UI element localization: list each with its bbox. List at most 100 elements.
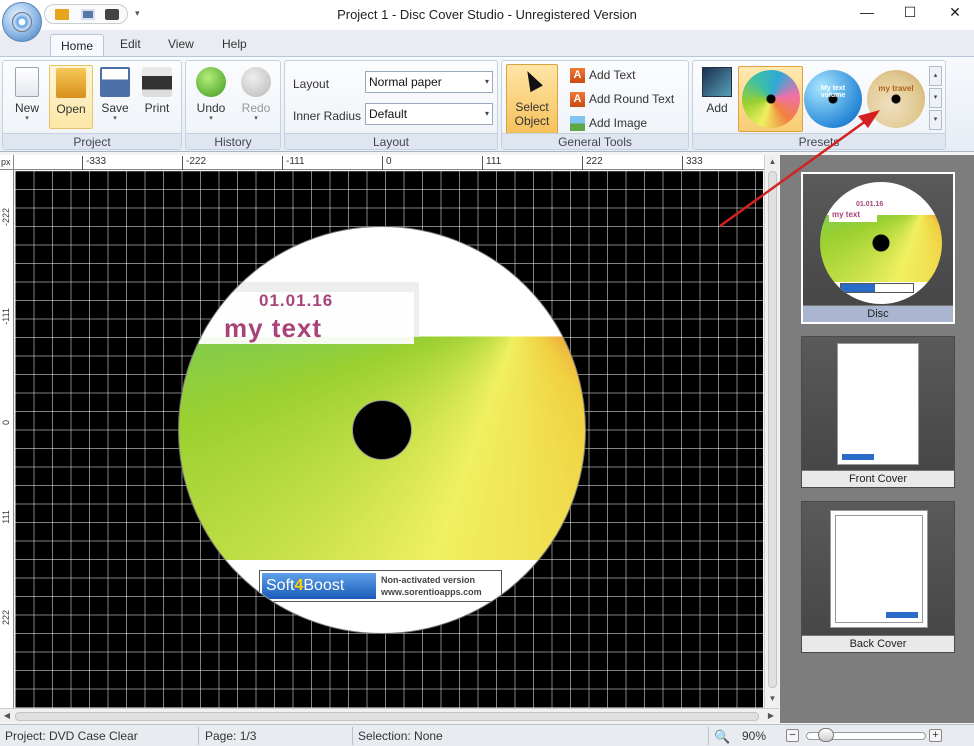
save-button[interactable]: Save ▾ <box>93 65 137 129</box>
add-preset-icon <box>702 67 732 97</box>
tab-home[interactable]: Home <box>50 34 105 58</box>
canvas-horizontal-scrollbar[interactable]: ◀ ▶ <box>0 708 779 723</box>
watermark-line-1: Non-activated version <box>381 575 476 585</box>
inner-radius-select-value: Default <box>369 107 408 121</box>
ruler-tick: -222 <box>1 208 11 227</box>
scroll-left-arrow-icon[interactable]: ◀ <box>0 709 14 723</box>
round-text-letter-icon: A <box>570 92 585 108</box>
picture-icon <box>570 116 585 132</box>
ruler-tick: -111 <box>282 156 305 170</box>
presets-scroll-up-button[interactable]: ▴ <box>929 66 942 86</box>
zoom-slider-handle[interactable] <box>818 728 834 742</box>
add-round-text-button[interactable]: A Add Round Text <box>570 92 674 112</box>
status-page: Page: 1/3 <box>205 729 257 743</box>
status-selection: Selection: None <box>358 729 443 743</box>
undo-button[interactable]: Undo ▾ <box>189 65 233 129</box>
group-label-project: Project <box>3 133 181 149</box>
ruler-tick: 333 <box>682 156 703 170</box>
disc-watermark-box: Soft4Boost Non-activated version www.sor… <box>259 570 502 602</box>
folder-open-icon <box>56 68 86 98</box>
thumb-title-text: my text <box>829 210 877 222</box>
application-menu-button[interactable] <box>2 2 42 42</box>
disc-label[interactable]: 01.01.16 my text Soft4Boost Non-activate… <box>178 226 586 634</box>
select-object-button[interactable]: Select Object <box>506 64 558 134</box>
add-text-button[interactable]: A Add Text <box>570 68 635 88</box>
page-thumb-back-cover[interactable]: Back Cover <box>801 501 955 653</box>
disc-thumbnail: 01.01.16 my text <box>820 182 942 304</box>
title-bar: ▾ Project 1 - Disc Cover Studio - Unregi… <box>0 0 974 30</box>
inner-radius-label: Inner Radius <box>293 109 362 123</box>
scroll-up-arrow-icon[interactable]: ▲ <box>765 155 780 169</box>
pages-panel: 01.01.16 my text Disc Front Cover Back C… <box>780 155 974 723</box>
tab-help[interactable]: Help <box>222 37 247 51</box>
layout-select[interactable]: Normal paper ▾ <box>365 71 493 93</box>
inner-radius-select[interactable]: Default ▾ <box>365 103 493 125</box>
horizontal-scroll-thumb[interactable] <box>15 712 759 721</box>
new-dropdown-icon: ▾ <box>25 115 29 122</box>
ruler-tick: 222 <box>582 156 603 170</box>
maximize-button[interactable]: ☐ <box>898 4 922 22</box>
minimize-button[interactable]: — <box>855 4 879 22</box>
layout-select-value: Normal paper <box>369 75 442 89</box>
preset-selected-frame[interactable] <box>738 66 803 132</box>
vertical-scroll-thumb[interactable] <box>768 171 777 688</box>
text-letter-icon: A <box>570 68 585 84</box>
preset-thumb-travel[interactable]: my travel <box>867 70 925 128</box>
group-history: Undo ▾ Redo ▾ History <box>185 60 281 150</box>
chevron-down-icon: ▾ <box>484 109 489 118</box>
group-label-layout: Layout <box>285 133 497 149</box>
canvas-vertical-scrollbar[interactable]: ▲ ▼ <box>764 155 779 708</box>
zoom-in-button[interactable]: + <box>929 729 942 742</box>
zoom-out-button[interactable]: − <box>786 729 799 742</box>
tab-edit[interactable]: Edit <box>120 37 141 51</box>
zoom-level: 90% <box>742 729 767 743</box>
print-button[interactable]: Print <box>135 65 179 129</box>
scroll-down-arrow-icon[interactable]: ▼ <box>765 692 780 706</box>
close-button[interactable]: ✕ <box>943 4 967 22</box>
group-general-tools: Select Object A Add Text A Add Round Text … <box>501 60 689 150</box>
new-document-icon <box>15 67 39 97</box>
page-thumb-disc[interactable]: 01.01.16 my text Disc <box>801 172 955 324</box>
ribbon-tabs: Home Edit View Help <box>0 30 974 58</box>
group-label-history: History <box>186 133 280 149</box>
add-preset-button[interactable]: Add <box>695 65 739 129</box>
preset-thumb-blue[interactable]: My text volume <box>804 70 862 128</box>
scroll-right-arrow-icon[interactable]: ▶ <box>764 709 778 723</box>
watermark-line-2: www.sorentioapps.com <box>381 587 482 597</box>
open-button[interactable]: Open <box>49 65 93 129</box>
disc-title-text[interactable]: my text <box>224 313 322 344</box>
tab-view[interactable]: View <box>168 37 194 51</box>
front-cover-thumbnail <box>837 343 919 465</box>
redo-dropdown-icon: ▾ <box>254 115 258 122</box>
group-label-general-tools: General Tools <box>502 133 688 149</box>
disc-logo-icon <box>12 12 32 32</box>
presets-scroll-down-button[interactable]: ▾ <box>929 88 942 108</box>
page-thumb-label: Back Cover <box>802 635 954 652</box>
page-thumb-label: Front Cover <box>802 470 954 487</box>
new-button[interactable]: New ▾ <box>5 65 49 129</box>
undo-arrow-icon <box>196 67 226 97</box>
ruler-tick: -111 <box>1 308 11 325</box>
disc-center-hole <box>352 400 412 460</box>
printer-icon <box>142 67 172 97</box>
presets-expand-button[interactable]: ▾ <box>929 110 942 130</box>
floppy-disk-icon <box>100 67 130 97</box>
page-thumb-front-cover[interactable]: Front Cover <box>801 336 955 488</box>
redo-arrow-icon <box>241 67 271 97</box>
ruler-tick: 222 <box>1 610 11 626</box>
ruler-unit: px <box>0 155 14 170</box>
group-project: New ▾ Open Save ▾ Print Project <box>2 60 182 150</box>
window-title: Project 1 - Disc Cover Studio - Unregist… <box>337 7 637 22</box>
undo-dropdown-icon: ▾ <box>209 115 213 122</box>
thumb-date-text: 01.01.16 <box>856 201 884 208</box>
vertical-ruler: -222 -111 0 111 222 <box>0 170 14 708</box>
horizontal-ruler: -333 -222 -111 0 111 222 333 <box>0 155 764 170</box>
disc-date-text[interactable]: 01.01.16 <box>259 291 333 311</box>
cursor-arrow-icon <box>521 70 543 96</box>
ruler-tick: -222 <box>182 156 206 170</box>
ruler-tick: 111 <box>1 510 11 524</box>
layout-label: Layout <box>293 77 330 91</box>
redo-button[interactable]: Redo ▾ <box>234 65 278 129</box>
ribbon: New ▾ Open Save ▾ Print Project Undo ▾ R… <box>0 56 974 152</box>
design-canvas[interactable]: 01.01.16 my text Soft4Boost Non-activate… <box>15 171 763 708</box>
